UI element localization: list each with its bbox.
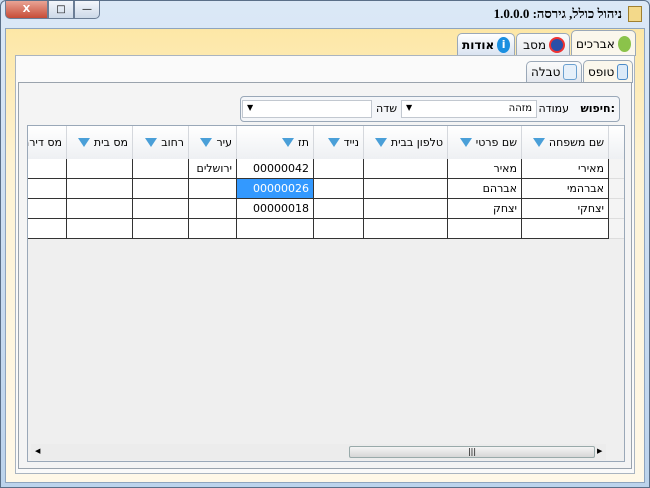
chevron-down-icon: ▼ [406, 103, 413, 112]
grid-cell[interactable] [522, 219, 609, 239]
grid-cell[interactable]: 00000026 [237, 179, 314, 199]
column-header[interactable]: עיר [189, 126, 237, 159]
filter-icon[interactable] [281, 138, 294, 147]
grid-cell[interactable]: מאיר [448, 159, 522, 179]
tab-masav[interactable]: מסב [516, 33, 570, 56]
search-label: חיפוש: [580, 102, 615, 115]
subtab-form[interactable]: טופס [583, 60, 633, 83]
grid-cell[interactable] [67, 179, 133, 199]
column-header-label: מס בית [93, 136, 128, 149]
scroll-thumb[interactable]: ||| [349, 446, 595, 458]
grid-cell[interactable] [364, 179, 448, 199]
filter-icon[interactable] [459, 138, 472, 147]
column-header-label: עיר [216, 136, 232, 149]
grid-cell[interactable]: אברהמי [522, 179, 609, 199]
column-header-label: שם פרטי [475, 136, 517, 149]
column-header-label: טלפון בבית [390, 136, 443, 149]
scroll-left-icon[interactable]: ◀ [35, 447, 40, 455]
column-header-label: שם משפחה [548, 136, 604, 149]
column-header[interactable]: מס דירה [28, 126, 67, 159]
grid-cell[interactable] [67, 219, 133, 239]
table-icon [563, 64, 577, 80]
grid-cell[interactable]: אברהם [448, 179, 522, 199]
grid-cell[interactable] [237, 219, 314, 239]
column-header[interactable]: נייד [314, 126, 364, 159]
grid-cell[interactable] [133, 159, 189, 179]
scroll-right-icon[interactable]: ▶ [597, 447, 602, 455]
close-button[interactable]: X [5, 1, 48, 19]
subtab-table[interactable]: טבלה [526, 61, 582, 82]
grid-cell[interactable] [364, 159, 448, 179]
grid-cell[interactable] [364, 219, 448, 239]
tab-avreichim[interactable]: אברכים [571, 30, 636, 56]
grid-cell[interactable]: 00000018 [237, 199, 314, 219]
users-icon [617, 35, 631, 52]
search-bar: חיפוש: עמודה מזהה ▼ שדה ▼ [240, 96, 620, 122]
window-title: ניהול כולל, גירסה: 1.0.0.0 [493, 6, 622, 21]
row-header[interactable] [609, 159, 624, 179]
column-header-label: נייד [343, 136, 359, 149]
grid-cell[interactable] [28, 179, 67, 199]
grid-cell[interactable] [189, 199, 237, 219]
column-header-label: רחוב [161, 136, 184, 149]
grid-cell[interactable] [314, 219, 364, 239]
column-header[interactable]: מס בית [67, 126, 133, 159]
grid-cell[interactable] [67, 199, 133, 219]
row-header[interactable] [609, 179, 624, 199]
column-header-label: מס דירה [28, 136, 62, 149]
column-header-label: תז [297, 136, 309, 149]
grid-cell[interactable]: יצחק [448, 199, 522, 219]
grid-cell[interactable] [314, 179, 364, 199]
filter-icon[interactable] [77, 138, 90, 147]
grid-cell[interactable]: ירושלים [189, 159, 237, 179]
grid-cell[interactable] [189, 179, 237, 199]
grid-cell[interactable] [133, 199, 189, 219]
grid-cell[interactable] [189, 219, 237, 239]
row-header[interactable] [609, 219, 624, 239]
field-select[interactable]: ▼ [242, 100, 372, 118]
grid-cell[interactable]: 00000042 [237, 159, 314, 179]
column-header[interactable]: שם משפחה [522, 126, 609, 159]
row-header[interactable] [609, 199, 624, 219]
filter-icon[interactable] [145, 138, 158, 147]
column-label: עמודה [538, 102, 569, 115]
grid-cell[interactable] [67, 159, 133, 179]
data-grid: שם משפחה שם פרטי טלפון בבית נייד תז עיר רחוב מס… [27, 125, 625, 462]
column-header[interactable]: רחוב [133, 126, 189, 159]
column-header[interactable]: שם פרטי [448, 126, 522, 159]
select-all-corner[interactable] [609, 126, 624, 159]
field-label: שדה [376, 102, 397, 115]
grid-cell[interactable]: יצחקי [522, 199, 609, 219]
grid-cell[interactable] [448, 219, 522, 239]
tab-about[interactable]: i אודות [457, 33, 515, 56]
filter-icon[interactable] [327, 138, 340, 147]
maximize-button[interactable]: □ [48, 1, 74, 19]
app-icon [628, 6, 642, 22]
column-header[interactable]: תז [237, 126, 314, 159]
gear-wheel-icon [549, 37, 565, 53]
grid-cell[interactable] [133, 179, 189, 199]
grid-cell[interactable] [28, 219, 67, 239]
column-header[interactable]: טלפון בבית [364, 126, 448, 159]
horizontal-scrollbar[interactable]: ◀ ||| ▶ [31, 444, 606, 460]
grid-cell[interactable] [314, 159, 364, 179]
grid-cell[interactable]: מאירי [522, 159, 609, 179]
minimize-button[interactable]: — [74, 1, 100, 19]
grid-cell[interactable] [28, 159, 67, 179]
column-select[interactable]: מזהה ▼ [401, 100, 537, 118]
grid-cell[interactable] [364, 199, 448, 219]
form-icon [617, 64, 628, 80]
grid-cell[interactable] [133, 219, 189, 239]
filter-icon[interactable] [200, 138, 213, 147]
grid-cell[interactable] [28, 199, 67, 219]
filter-icon[interactable] [374, 138, 387, 147]
chevron-down-icon: ▼ [247, 103, 254, 112]
grid-cell[interactable] [314, 199, 364, 219]
filter-icon[interactable] [532, 138, 545, 147]
